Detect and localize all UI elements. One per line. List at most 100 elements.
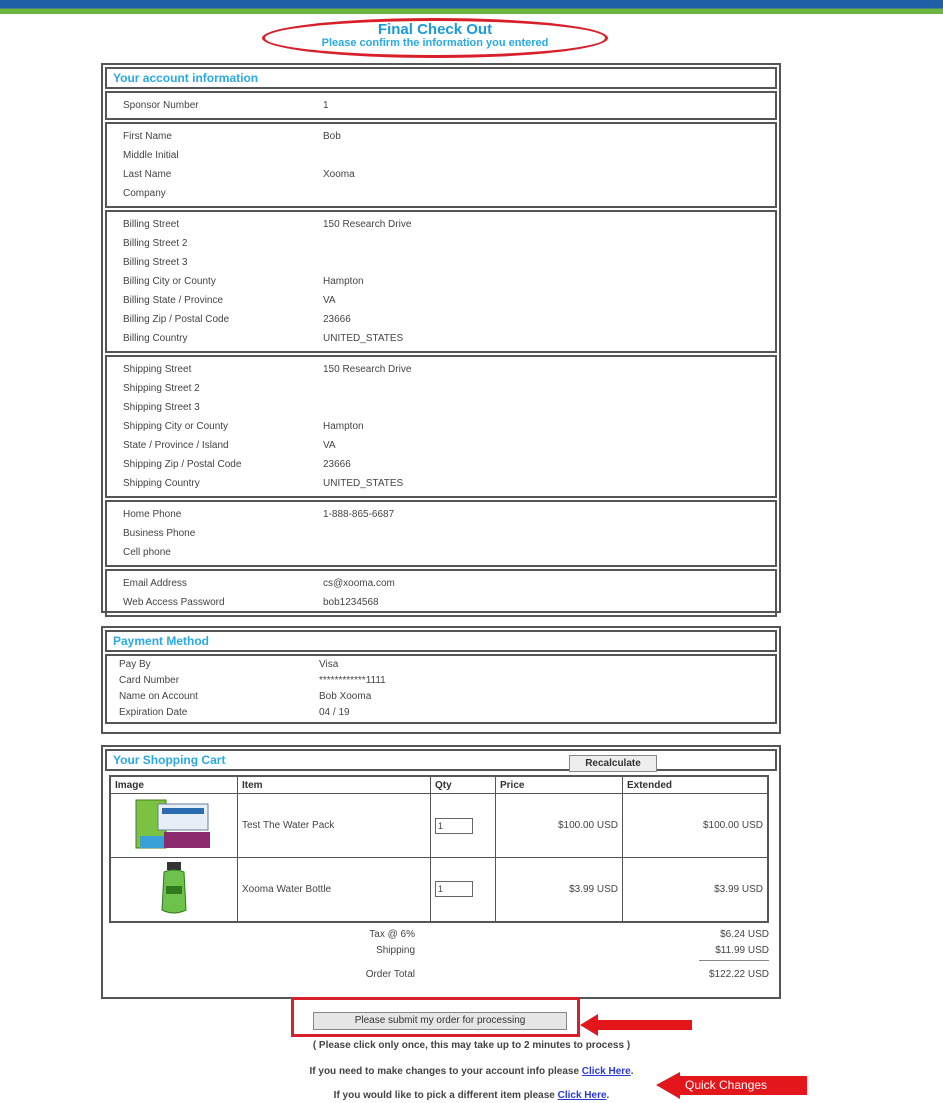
column-header-image: Image xyxy=(109,775,238,794)
info-row: Pay By Visa xyxy=(107,657,775,673)
field-label: Card Number xyxy=(119,675,180,686)
water-bottle-image[interactable] xyxy=(154,860,194,916)
process-note: ( Please click only once, this may take … xyxy=(312,1040,631,1051)
water-pack-image[interactable] xyxy=(134,796,214,852)
change-account-info-text: If you need to make changes to your acco… xyxy=(309,1066,580,1077)
field-label: Billing Country xyxy=(123,333,188,344)
info-row: Company xyxy=(107,184,775,203)
info-row: Shipping Street 3 xyxy=(107,398,775,417)
column-header-price: Price xyxy=(495,775,623,794)
field-value: Hampton xyxy=(323,421,364,432)
submit-order-button[interactable]: Please submit my order for processing xyxy=(313,1012,567,1030)
field-label: Shipping Street 3 xyxy=(123,402,200,413)
shopping-cart-heading-bar: Your Shopping Cart Recalculate xyxy=(105,749,777,772)
item-price: $100.00 USD xyxy=(495,793,623,858)
item-name: Test The Water Pack xyxy=(237,793,431,858)
shopping-cart-section: Your Shopping Cart Recalculate Image Ite… xyxy=(101,745,781,999)
field-label: Sponsor Number xyxy=(123,100,199,111)
order-totals: Tax @ 6% $6.24 USD Shipping $11.99 USD O… xyxy=(103,923,779,985)
account-info-heading: Your account information xyxy=(105,67,777,89)
page-title: Final Check Out xyxy=(377,21,493,38)
field-value: Hampton xyxy=(323,276,364,287)
field-value: Visa xyxy=(319,659,339,670)
info-row: Cell phone xyxy=(107,543,775,562)
field-label: State / Province / Island xyxy=(123,440,229,451)
phone-group: Home Phone 1-888-865-6687 Business Phone Ce… xyxy=(105,500,777,567)
info-row: Last Name Xooma xyxy=(107,165,775,184)
field-value: Bob xyxy=(323,131,341,142)
info-row: Shipping Country UNITED_STATES xyxy=(107,474,775,493)
field-label: Shipping Zip / Postal Code xyxy=(123,459,242,470)
shipping-address-group: Shipping Street 150 Research Drive Shippin… xyxy=(105,355,777,498)
field-value: 1 xyxy=(323,100,329,111)
page-subtitle: Please confirm the information you enter… xyxy=(321,37,549,49)
product-image-cell xyxy=(109,857,238,922)
info-row: Home Phone 1-888-865-6687 xyxy=(107,505,775,524)
column-header-extended: Extended xyxy=(622,775,769,794)
info-row: Billing State / Province VA xyxy=(107,291,775,310)
field-label: First Name xyxy=(123,131,172,142)
shipping-value: $11.99 USD xyxy=(715,944,769,956)
info-row: Middle Initial xyxy=(107,146,775,165)
field-value: Bob Xooma xyxy=(319,691,372,702)
field-label: Business Phone xyxy=(123,528,196,539)
info-row: First Name Bob xyxy=(107,127,775,146)
info-row: Business Phone xyxy=(107,524,775,543)
field-value: VA xyxy=(323,440,336,451)
info-row: Shipping Street 150 Research Drive xyxy=(107,360,775,379)
quantity-input[interactable]: 1 xyxy=(435,817,473,834)
change-item-link[interactable]: Click Here xyxy=(558,1090,607,1101)
qty-cell: 1 xyxy=(430,793,496,858)
field-label: Name on Account xyxy=(119,691,198,702)
item-extended: $3.99 USD xyxy=(622,857,769,922)
field-value: VA xyxy=(323,295,336,306)
sponsor-group: Sponsor Number 1 xyxy=(105,91,777,120)
field-label: Shipping City or County xyxy=(123,421,229,432)
field-value: Xooma xyxy=(323,169,355,180)
shopping-cart-heading: Your Shopping Cart xyxy=(113,753,226,767)
login-group: Email Address cs@xooma.com Web Access Pass… xyxy=(105,569,777,617)
field-label: Company xyxy=(123,188,166,199)
info-row: Sponsor Number 1 xyxy=(107,96,775,115)
info-row: Billing Street 2 xyxy=(107,234,775,253)
change-account-info-link[interactable]: Click Here xyxy=(582,1066,631,1077)
field-value: 1-888-865-6687 xyxy=(323,509,395,520)
info-row: Shipping Zip / Postal Code 23666 xyxy=(107,455,775,474)
table-row: Test The Water Pack 1 $100.00 USD $100.0… xyxy=(109,793,769,858)
field-label: Shipping Street 2 xyxy=(123,383,200,394)
name-group: First Name Bob Middle Initial Last Name Xoom… xyxy=(105,122,777,208)
payment-method-section: Payment Method Pay By Visa Card Number ****… xyxy=(101,626,781,734)
field-value: 150 Research Drive xyxy=(323,364,412,375)
info-row: Expiration Date 04 / 19 xyxy=(107,705,775,721)
table-row: Xooma Water Bottle 1 $3.99 USD $3.99 USD xyxy=(109,857,769,922)
field-value: 04 / 19 xyxy=(319,707,350,718)
item-extended: $100.00 USD xyxy=(622,793,769,858)
field-value: UNITED_STATES xyxy=(323,478,404,489)
field-label: Expiration Date xyxy=(119,707,188,718)
field-label: Billing Street 3 xyxy=(123,257,188,268)
info-row: Billing Zip / Postal Code 23666 xyxy=(107,310,775,329)
info-row: Billing City or County Hampton xyxy=(107,272,775,291)
info-row: Billing Street 3 xyxy=(107,253,775,272)
field-value: cs@xooma.com xyxy=(323,578,395,589)
quantity-input[interactable]: 1 xyxy=(435,881,473,898)
shipping-label: Shipping xyxy=(376,944,415,956)
field-label: Pay By xyxy=(119,659,151,670)
column-header-item: Item xyxy=(237,775,431,794)
field-label: Billing City or County xyxy=(123,276,216,287)
info-row: Name on Account Bob Xooma xyxy=(107,689,775,705)
field-label: Web Access Password xyxy=(123,597,225,608)
red-arrow-left-icon xyxy=(580,1014,692,1036)
billing-address-group: Billing Street 150 Research Drive Billing … xyxy=(105,210,777,353)
order-total-label: Order Total xyxy=(365,968,415,980)
recalculate-button[interactable]: Recalculate xyxy=(569,755,657,772)
payment-details-group: Pay By Visa Card Number ************1111 Nam… xyxy=(105,654,777,724)
product-image-cell xyxy=(109,793,238,858)
column-header-qty: Qty xyxy=(430,775,496,794)
info-row: Shipping City or County Hampton xyxy=(107,417,775,436)
item-name: Xooma Water Bottle xyxy=(237,857,431,922)
field-label: Billing Street 2 xyxy=(123,238,188,249)
qty-cell: 1 xyxy=(430,857,496,922)
checkout-title-block: Final Check Out Please confirm the infor… xyxy=(262,18,608,58)
change-item-text: If you would like to pick a different it… xyxy=(333,1090,555,1101)
